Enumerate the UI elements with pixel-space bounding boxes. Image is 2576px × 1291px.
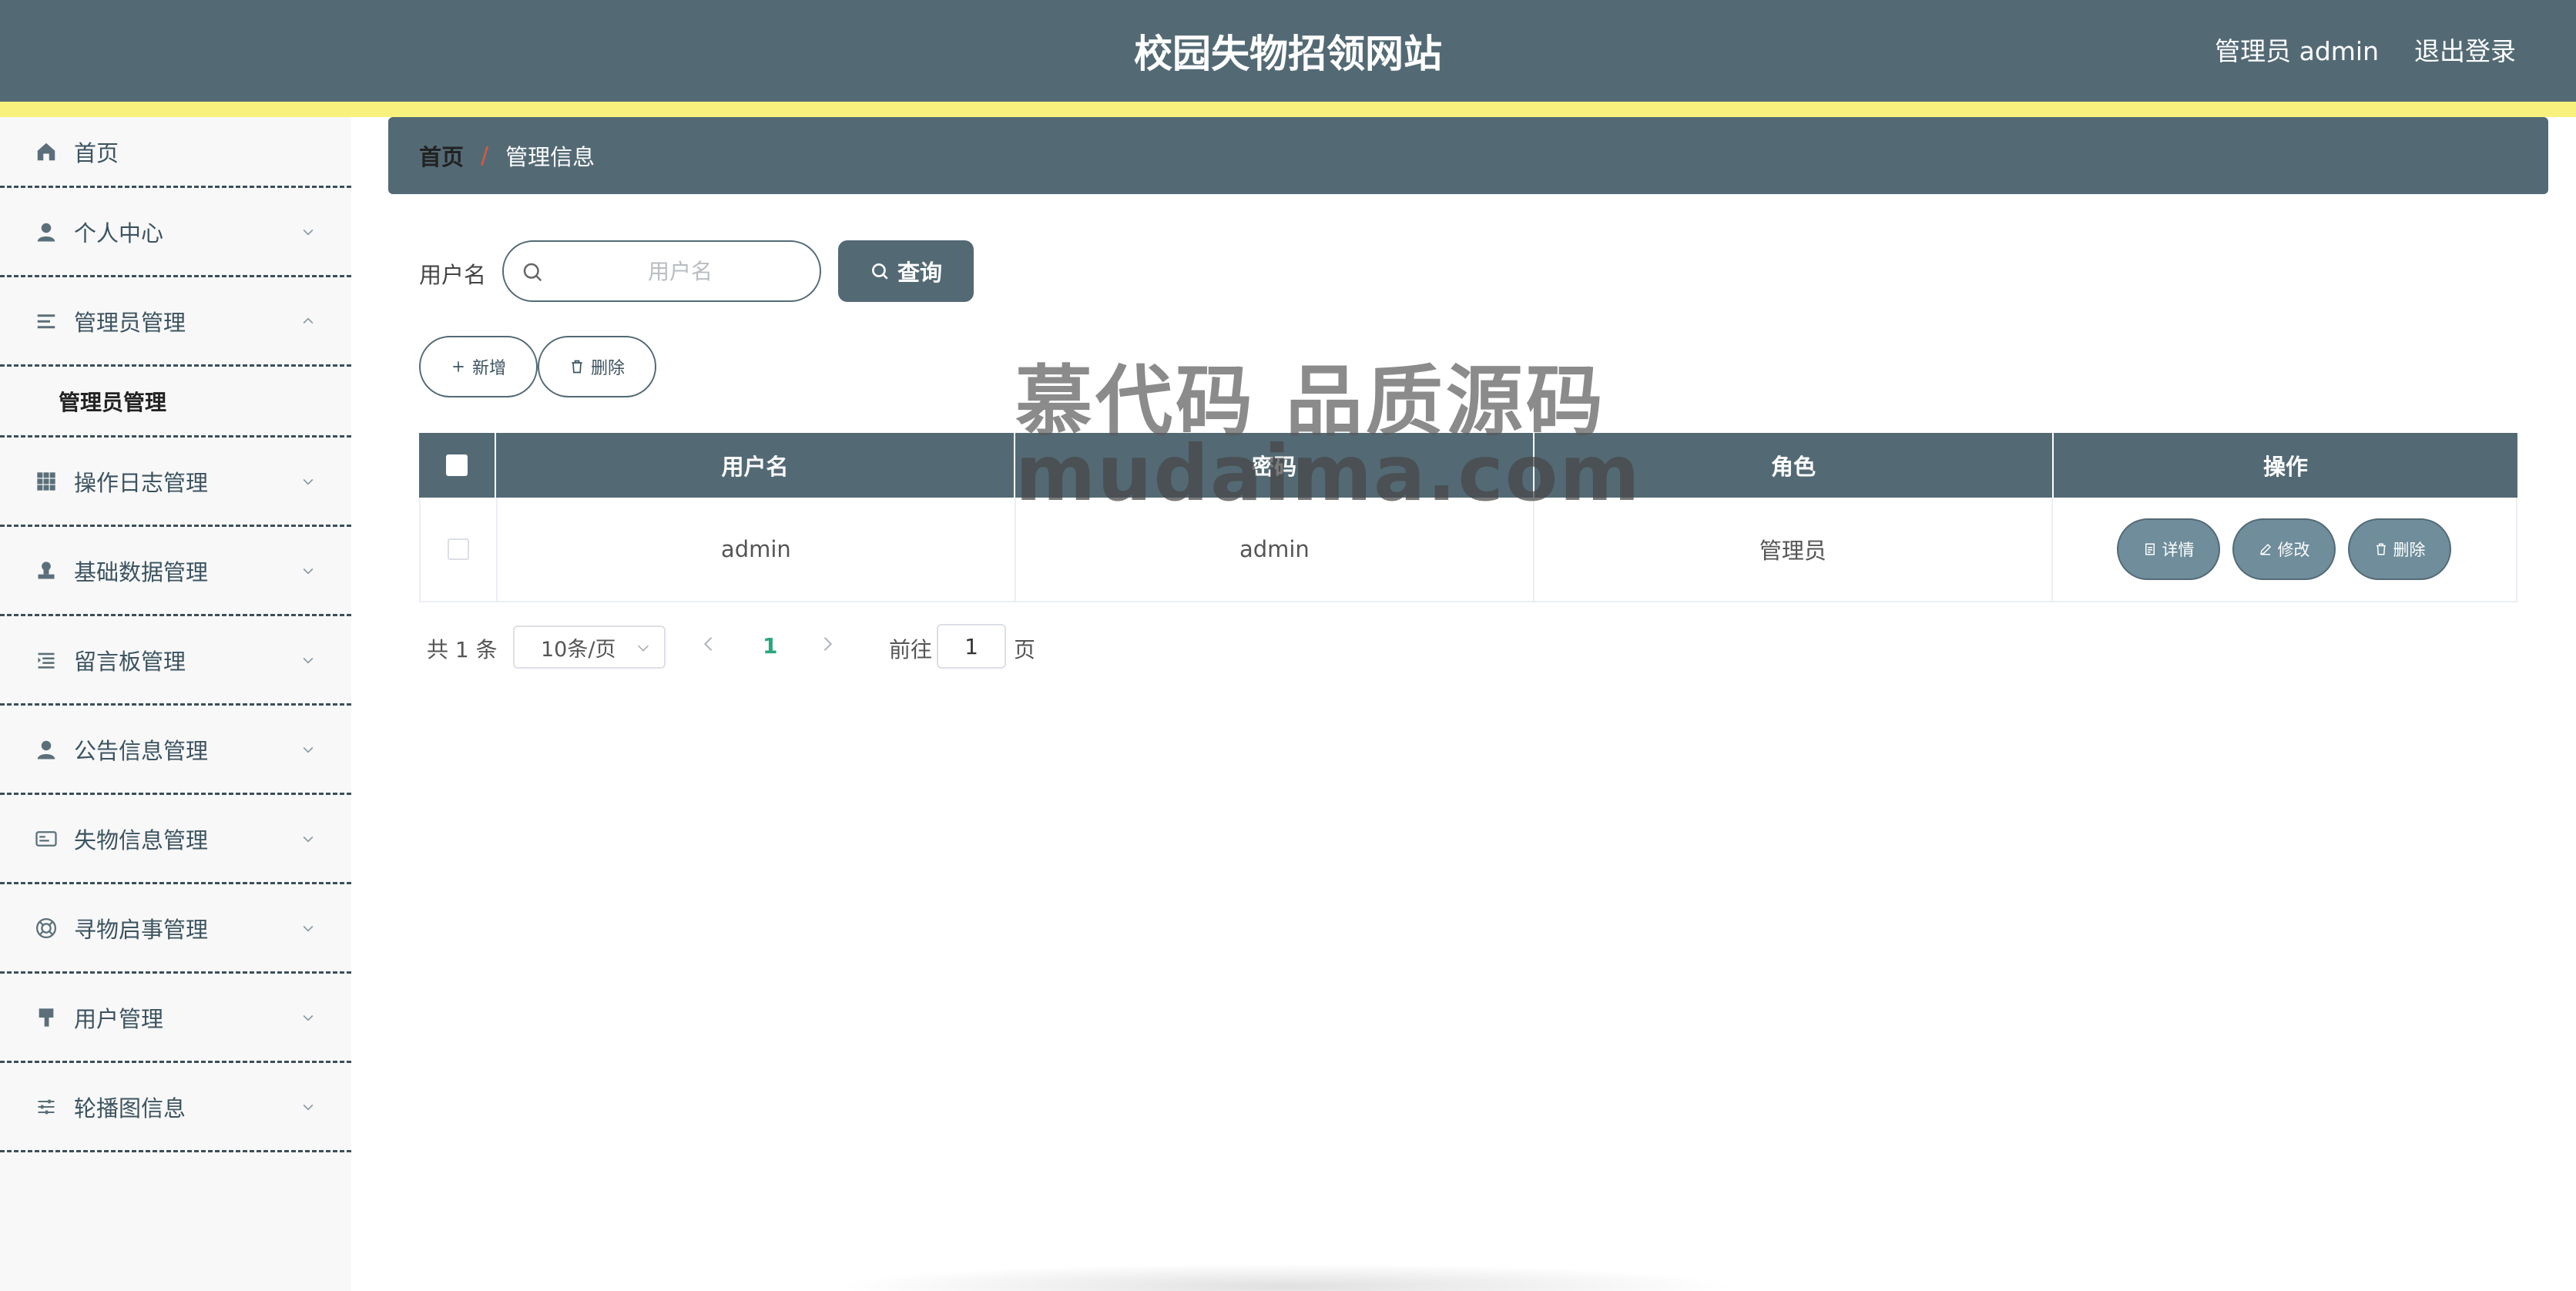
home-icon: [34, 139, 59, 164]
add-button-label: 新增: [471, 358, 506, 377]
sidebar-item-label: 用户管理: [74, 1005, 164, 1032]
pagination-total: 共 1 条: [427, 637, 498, 662]
breadcrumb: 首页 / 管理信息: [388, 117, 2548, 194]
sidebar-item-personal-center[interactable]: 个人中心: [0, 188, 351, 277]
chevron-left-icon: [703, 637, 713, 651]
breadcrumb-home[interactable]: 首页: [419, 139, 464, 172]
sidebar-item-carousel[interactable]: 轮播图信息: [0, 1063, 351, 1152]
prev-page-button[interactable]: [698, 633, 723, 658]
menu-icon: [34, 648, 59, 672]
page-number-1[interactable]: 1: [763, 633, 777, 659]
document-icon: [2145, 543, 2155, 555]
brush-icon: [34, 1005, 59, 1030]
cell-actions: 详情 修改 删除: [2053, 498, 2516, 601]
trash-icon: [2376, 543, 2386, 555]
sidebar-item-label: 基础数据管理: [74, 558, 209, 585]
trash-icon: [572, 360, 582, 374]
current-user: 管理员 admin: [2215, 36, 2379, 66]
chevron-down-icon: [296, 1005, 320, 1030]
site-title: 校园失物招领网站: [1134, 32, 1442, 76]
row-select-cell: [421, 498, 498, 601]
edit-button-label: 修改: [2277, 542, 2310, 559]
grid-icon: [34, 469, 59, 494]
edit-button[interactable]: 修改: [2232, 518, 2336, 580]
sidebar-item-label: 失物信息管理: [74, 827, 209, 853]
search-label: 用户名: [419, 262, 487, 288]
chevron-down-icon: [296, 469, 320, 494]
lifebuoy-icon: [34, 916, 59, 941]
stamp-icon: [34, 558, 59, 583]
cell-username: admin: [498, 498, 1016, 601]
sidebar-item-admin-management[interactable]: 管理员管理: [0, 277, 351, 367]
row-checkbox[interactable]: [447, 538, 469, 560]
header-stripe: [0, 102, 2576, 117]
sidebar-item-operation-log[interactable]: 操作日志管理: [0, 438, 351, 527]
chevron-down-icon: [296, 220, 320, 244]
search-box: [502, 240, 821, 302]
sidebar-item-announcement[interactable]: 公告信息管理: [0, 706, 351, 795]
sidebar-item-base-data[interactable]: 基础数据管理: [0, 527, 351, 616]
breadcrumb-separator: /: [481, 142, 489, 169]
pencil-icon: [2260, 543, 2272, 555]
select-all-checkbox[interactable]: [446, 454, 468, 476]
plus-icon: [453, 361, 464, 372]
column-header-actions: 操作: [2262, 454, 2308, 480]
chevron-down-icon: [635, 638, 653, 656]
sidebar-item-home[interactable]: 首页: [0, 117, 351, 188]
watermark-url: mudaima.com: [1015, 428, 1642, 518]
detail-button-label: 详情: [2162, 542, 2195, 559]
user-icon: [34, 737, 59, 762]
chevron-down-icon: [296, 648, 320, 672]
add-button[interactable]: 新增: [419, 336, 538, 397]
bottom-shadow: [832, 1263, 1741, 1291]
card-icon: [34, 827, 59, 851]
query-button[interactable]: 查询: [838, 240, 974, 302]
chevron-down-icon: [296, 916, 320, 941]
username-search-input[interactable]: [553, 242, 807, 300]
page-size-select[interactable]: 10条/页: [513, 625, 666, 669]
chevron-down-icon: [296, 1095, 320, 1119]
sidebar-item-label: 寻物启事管理: [74, 916, 209, 943]
page-suffix: 页: [1014, 637, 1036, 662]
sidebar: 首页 个人中心 管理员管理 管理员管理 操作日志管理 基础数据管理 留言板管理 …: [0, 117, 351, 1291]
chevron-down-icon: [296, 827, 320, 851]
chevron-down-icon: [296, 737, 320, 762]
next-page-button[interactable]: [817, 633, 841, 658]
sidebar-item-label: 公告信息管理: [74, 737, 209, 764]
sliders-icon: [34, 1095, 59, 1119]
sidebar-item-message-board[interactable]: 留言板管理: [0, 616, 351, 706]
search-icon: [872, 263, 888, 280]
sidebar-item-label: 操作日志管理: [74, 469, 209, 496]
row-delete-button-label: 删除: [2393, 542, 2426, 559]
breadcrumb-current: 管理信息: [505, 144, 595, 170]
sidebar-item-label: 留言板管理: [74, 648, 186, 675]
sidebar-item-label: 首页: [74, 139, 119, 166]
sidebar-item-lost-items[interactable]: 失物信息管理: [0, 795, 351, 884]
user-icon: [34, 220, 59, 244]
column-header-username: 用户名: [496, 433, 1015, 498]
chevron-up-icon: [296, 309, 320, 334]
sidebar-item-lost-notice[interactable]: 寻物启事管理: [0, 884, 351, 974]
goto-page-input[interactable]: [937, 624, 1006, 669]
sidebar-item-user-management[interactable]: 用户管理: [0, 974, 351, 1063]
page-size-value: 10条/页: [541, 637, 616, 662]
batch-delete-button-label: 删除: [590, 358, 625, 377]
logout-link[interactable]: 退出登录: [2414, 31, 2516, 68]
row-delete-button[interactable]: 删除: [2348, 518, 2452, 580]
chevron-right-icon: [823, 637, 833, 651]
search-icon: [521, 260, 544, 283]
detail-button[interactable]: 详情: [2117, 518, 2221, 580]
top-header: 校园失物招领网站 管理员 admin 退出登录: [0, 0, 2576, 102]
sidebar-item-label: 管理员管理: [74, 309, 186, 336]
chevron-down-icon: [296, 558, 320, 583]
query-button-label: 查询: [897, 261, 942, 286]
select-all-cell: [419, 433, 496, 498]
sidebar-item-label: 轮播图信息: [74, 1095, 186, 1122]
sidebar-subitem-admin-management[interactable]: 管理员管理: [0, 367, 351, 438]
batch-delete-button[interactable]: 删除: [538, 336, 656, 397]
sidebar-item-label: 个人中心: [74, 220, 164, 246]
list-icon: [34, 309, 59, 334]
goto-label: 前往: [889, 637, 933, 662]
